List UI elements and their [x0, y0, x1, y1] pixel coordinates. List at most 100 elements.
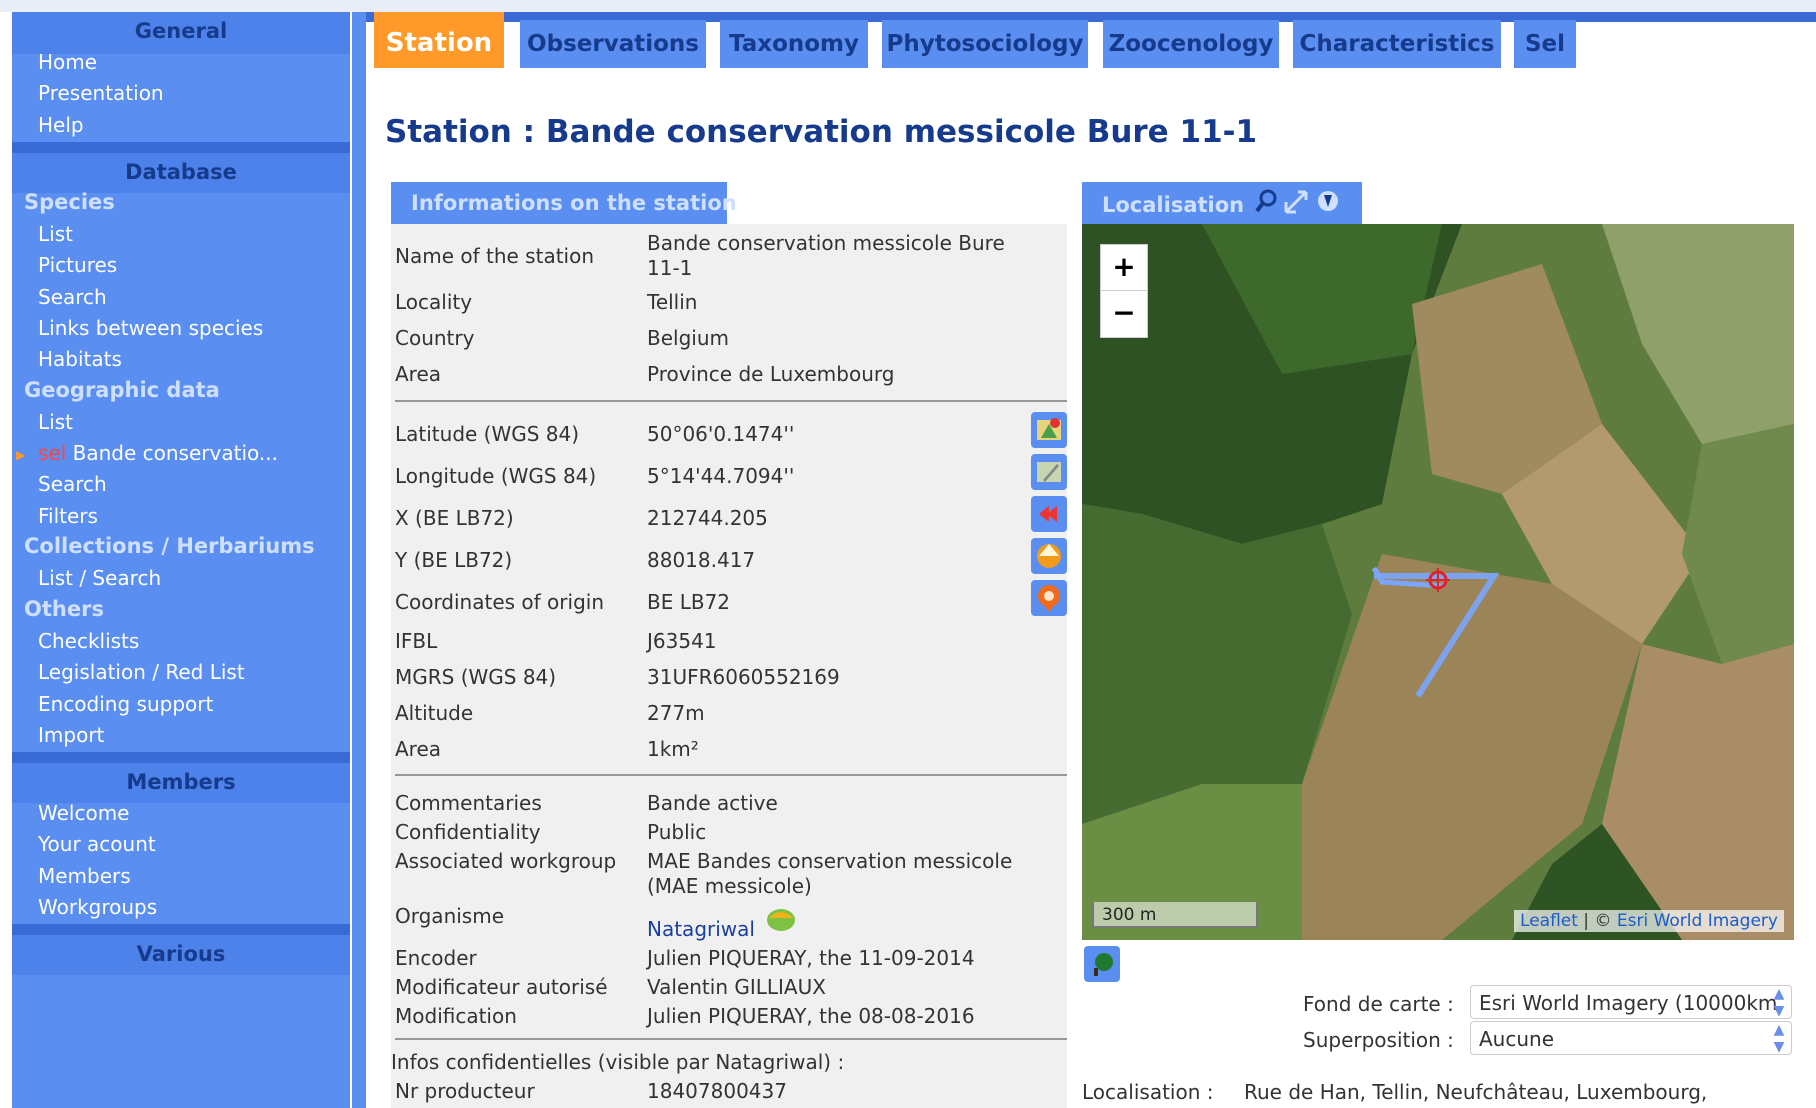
page-title: Station : Bande conservation messicole B… [385, 114, 1258, 150]
basemap-label: Fond de carte : [1303, 992, 1454, 1016]
sidebar: General Home Presentation Help Database … [12, 12, 350, 1108]
confidentiality-label: Confidentiality [395, 820, 541, 844]
organisme-label: Organisme [395, 904, 505, 928]
sidebar-database-header: Database [12, 150, 350, 193]
sidebar-item-encoding-support[interactable]: Encoding support [38, 692, 213, 716]
top-border [0, 0, 1816, 12]
sidebar-item-checklists[interactable]: Checklists [38, 629, 139, 653]
overlay-label: Superposition : [1303, 1028, 1454, 1052]
locality-label: Locality [395, 290, 473, 314]
sidebar-item-habitats[interactable]: Habitats [38, 347, 122, 371]
area-value: Province de Luxembourg [647, 362, 895, 386]
mgrs-value: 31UFR6060552169 [647, 665, 840, 689]
sidebar-item-geo-list[interactable]: List [38, 410, 73, 434]
sidebar-item-species-search[interactable]: Search [38, 285, 107, 309]
sidebar-item-links-between-species[interactable]: Links between species [38, 316, 263, 340]
country-label: Country [395, 326, 475, 350]
sidebar-item-selected-station[interactable]: sel Bande conservatio... [38, 441, 278, 465]
sidebar-divider [12, 924, 350, 932]
content-left-border [352, 12, 366, 1108]
satellite-map[interactable]: + − 300 m Leaflet | © Esri World Imagery [1082, 224, 1794, 940]
latitude-label: Latitude (WGS 84) [395, 422, 580, 446]
current-arrow-icon: ▶ [16, 448, 26, 462]
sidebar-item-help[interactable]: Help [38, 113, 84, 137]
natagriwal-logo-icon [765, 904, 797, 936]
sidebar-members-header: Members [12, 760, 350, 803]
location-marker-icon [1426, 568, 1450, 596]
y-label: Y (BE LB72) [395, 548, 513, 572]
longitude-label: Longitude (WGS 84) [395, 464, 597, 488]
latitude-value: 50°06'0.1474'' [647, 422, 795, 446]
encoder-label: Encoder [395, 946, 477, 970]
workgroup-value: MAE Bandes conservation messicole (MAE m… [647, 849, 1013, 898]
sidebar-item-import[interactable]: Import [38, 723, 104, 747]
sidebar-item-workgroups[interactable]: Workgroups [38, 895, 157, 919]
modification-value: Julien PIQUERAY, the 08-08-2016 [647, 1004, 975, 1028]
compass-icon[interactable] [1031, 538, 1067, 574]
sidebar-item-members[interactable]: Members [38, 864, 131, 888]
share-icon[interactable] [1031, 496, 1067, 532]
name-value: Bande conservation messicole Bure 11-1 [647, 231, 1005, 280]
x-value: 212744.205 [647, 506, 768, 530]
ifbl-label: IFBL [395, 629, 438, 653]
info-panel-title: Informations on the station [391, 182, 737, 224]
sidebar-divider [12, 142, 350, 150]
workgroup-label: Associated workgroup [395, 849, 617, 873]
country-value: Belgium [647, 326, 729, 350]
sidebar-general-header: General [12, 12, 350, 54]
tab-observations[interactable]: Observations [520, 20, 706, 68]
tab-zoocenology[interactable]: Zoocenology [1103, 20, 1279, 68]
separator [395, 400, 1067, 402]
surface-label: Area [395, 737, 442, 761]
ifbl-value: J63541 [647, 629, 717, 653]
modifier-label: Modificateur autorisé [395, 975, 608, 999]
sidebar-item-home[interactable]: Home [38, 50, 97, 74]
modification-label: Modification [395, 1004, 517, 1028]
station-info-panel: Name of the station Bande conservation m… [391, 224, 1067, 1108]
attribution-separator: | © [1577, 911, 1617, 931]
map-edit-icon[interactable] [1031, 454, 1067, 490]
locality-value: Tellin [647, 290, 698, 314]
zoom-out-button[interactable]: − [1100, 290, 1148, 338]
altitude-label: Altitude [395, 701, 474, 725]
tab-characteristics[interactable]: Characteristics [1293, 20, 1501, 68]
modifier-value: Valentin GILLIAUX [647, 975, 826, 999]
selected-station-label: Bande conservatio... [72, 441, 278, 465]
coordinates-origin-label: Coordinates of origin [395, 590, 604, 614]
sidebar-item-pictures[interactable]: Pictures [38, 253, 117, 277]
sidebar-item-presentation[interactable]: Presentation [38, 81, 164, 105]
sidebar-item-filters[interactable]: Filters [38, 504, 98, 528]
mgrs-label: MGRS (WGS 84) [395, 665, 557, 689]
name-label: Name of the station [395, 244, 595, 268]
sidebar-item-species-list[interactable]: List [38, 222, 73, 246]
tab-taxonomy[interactable]: Taxonomy [720, 20, 868, 68]
tree-layer-icon[interactable] [1084, 946, 1120, 986]
zoom-in-button[interactable]: + [1100, 244, 1148, 292]
confidential-info-heading: Infos confidentielles (visible par Natag… [391, 1050, 845, 1074]
encoder-value: Julien PIQUERAY, the 11-09-2014 [647, 946, 975, 970]
sidebar-item-welcome[interactable]: Welcome [38, 801, 129, 825]
map-scale: 300 m [1092, 902, 1258, 928]
sidebar-collections-header: Collections / Herbariums [24, 534, 315, 558]
basemap-select[interactable]: Esri World Imagery (10000km ▲ ▼ [1470, 985, 1792, 1019]
overlay-select[interactable]: Aucune ▲ ▼ [1470, 1021, 1792, 1055]
tab-station[interactable]: Station [374, 12, 504, 68]
map-locate-icon[interactable] [1031, 412, 1067, 448]
organisme-link[interactable]: Natagriwal [647, 917, 755, 941]
producer-value: 18407800437 [647, 1079, 787, 1103]
sidebar-others-header: Others [24, 597, 104, 621]
sidebar-item-your-account[interactable]: Your acount [38, 832, 156, 856]
map-pin-icon[interactable] [1031, 580, 1067, 616]
sidebar-item-legislation[interactable]: Legislation / Red List [38, 660, 245, 684]
map-attribution: Leaflet | © Esri World Imagery [1514, 910, 1784, 932]
coordinates-origin-value: BE LB72 [647, 590, 731, 614]
sidebar-item-collections-search[interactable]: List / Search [38, 566, 161, 590]
tab-sel[interactable]: Sel [1514, 20, 1576, 68]
esri-link[interactable]: Esri World Imagery [1617, 911, 1778, 931]
leaflet-link[interactable]: Leaflet [1520, 911, 1578, 931]
tab-phytosociology[interactable]: Phytosociology [882, 20, 1088, 68]
longitude-value: 5°14'44.7094'' [647, 464, 795, 488]
basemap-value: Esri World Imagery (10000km [1479, 991, 1778, 1015]
sidebar-item-geo-search[interactable]: Search [38, 472, 107, 496]
location-label: Localisation : [1082, 1080, 1214, 1104]
